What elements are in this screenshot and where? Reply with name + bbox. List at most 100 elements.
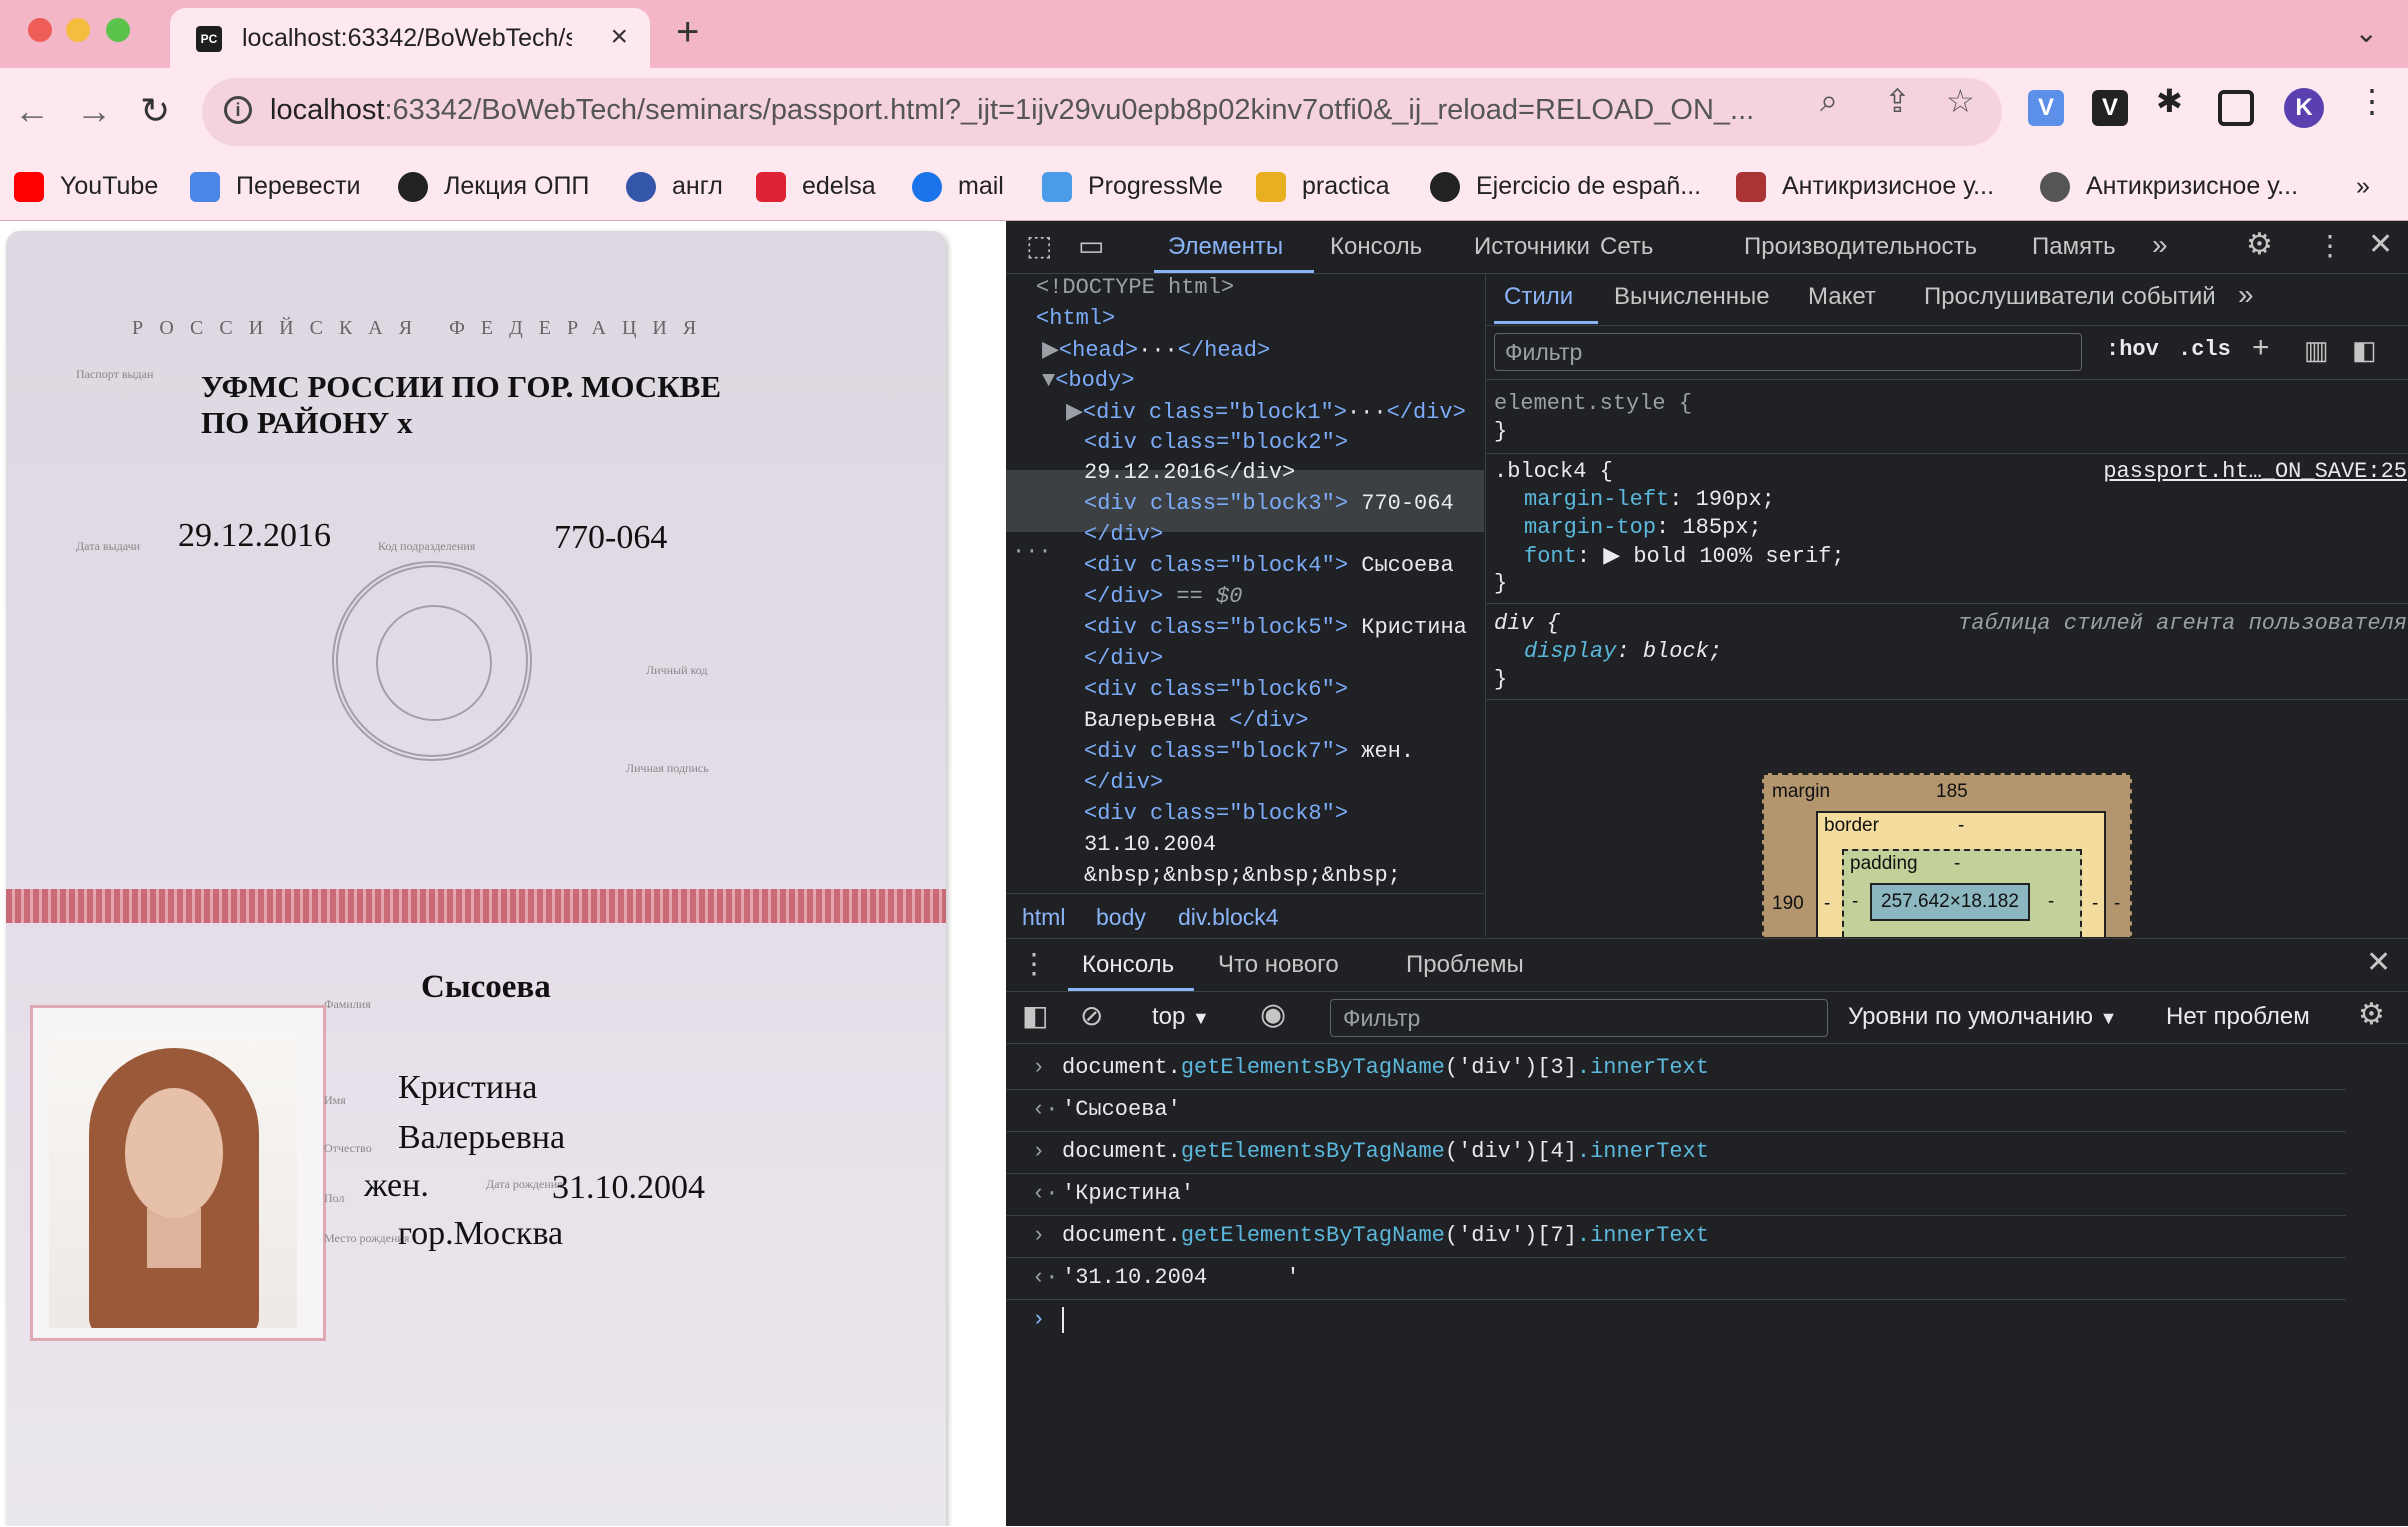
- bookmark-anticrisis-2[interactable]: Антикризисное у...: [2040, 166, 2298, 206]
- back-icon[interactable]: ←: [14, 90, 50, 132]
- console-output-row[interactable]: ‹· '31.10.2004 ': [1006, 1257, 2346, 1300]
- doctype-node[interactable]: <!DOCTYPE html>: [1036, 275, 1234, 300]
- console-filter-input[interactable]: Фильтр: [1330, 999, 1828, 1037]
- issues-counter[interactable]: Нет проблем: [2166, 1003, 2310, 1031]
- bookmark-edelsa[interactable]: edelsa: [756, 166, 876, 206]
- url-text[interactable]: localhost:63342/BoWebTech/seminars/passp…: [270, 94, 1990, 127]
- padding-value[interactable]: -: [1954, 853, 1960, 875]
- console-output-row[interactable]: ‹· 'Сысоева': [1006, 1089, 2346, 1132]
- body-node[interactable]: ▼<body>: [1042, 368, 1134, 393]
- console-prompt[interactable]: ›: [1006, 1299, 2346, 1341]
- toggle-sidebar-icon[interactable]: ◧: [2352, 335, 2377, 366]
- extension-v-blue-icon[interactable]: V: [2028, 90, 2064, 126]
- padding-right-value[interactable]: -: [2048, 891, 2054, 913]
- border-value[interactable]: -: [1958, 815, 1964, 837]
- drawer-menu-icon[interactable]: ⋮: [1020, 947, 1048, 980]
- bookmark-star-icon[interactable]: ☆: [1946, 82, 1975, 120]
- tab-search-chevron-icon[interactable]: ⌄: [2355, 16, 2378, 49]
- block4-selector[interactable]: .block4 {: [1494, 459, 1613, 484]
- block5-node[interactable]: <div class="block5"> Кристина: [1084, 615, 1467, 640]
- crumb-div-block4[interactable]: div.block4: [1178, 904, 1279, 931]
- cls-toggle[interactable]: .cls: [2178, 337, 2231, 362]
- padding-left-value[interactable]: -: [1852, 891, 1858, 913]
- live-expression-eye-icon[interactable]: ◉: [1260, 997, 1286, 1032]
- bookmark-anticrisis-1[interactable]: Антикризисное у...: [1736, 166, 1994, 206]
- log-levels-dropdown[interactable]: Уровни по умолчанию ▼: [1848, 1003, 2118, 1031]
- styles-filter-input[interactable]: Фильтр: [1494, 333, 2082, 371]
- bookmark-youtube[interactable]: YouTube: [14, 166, 158, 206]
- block8-node[interactable]: <div class="block8">: [1084, 801, 1348, 826]
- drawer-tab-whats-new[interactable]: Что нового: [1218, 951, 1339, 979]
- console-input-row[interactable]: › document.getElementsByTagName('div')[4]…: [1006, 1131, 2346, 1174]
- block6-node[interactable]: <div class="block6">: [1084, 677, 1348, 702]
- extensions-puzzle-icon[interactable]: ✱: [2156, 82, 2183, 120]
- site-info-icon[interactable]: i: [224, 96, 252, 124]
- profile-avatar[interactable]: K: [2284, 88, 2324, 128]
- tab-event-listeners[interactable]: Прослушиватели событий: [1924, 283, 2216, 311]
- block8-text[interactable]: 31.10.2004: [1084, 832, 1216, 857]
- bookmark-practica[interactable]: practica: [1256, 166, 1390, 206]
- box-model-content[interactable]: 257.642×18.182: [1870, 883, 2030, 921]
- bookmark-english[interactable]: англ: [626, 166, 723, 206]
- bookmark-mail[interactable]: mail: [912, 166, 1004, 206]
- block7-node[interactable]: <div class="block7"> жен.: [1084, 739, 1414, 764]
- block3-close[interactable]: </div>: [1084, 522, 1163, 547]
- margin-right-value[interactable]: -: [2114, 893, 2120, 915]
- block3-node[interactable]: <div class="block3"> 770-064: [1084, 491, 1454, 516]
- address-bar[interactable]: i localhost:63342/BoWebTech/seminars/pas…: [202, 78, 2002, 146]
- console-output-row[interactable]: ‹· 'Кристина': [1006, 1173, 2346, 1216]
- inspect-element-icon[interactable]: ⬚: [1026, 229, 1052, 262]
- tab-layout[interactable]: Макет: [1808, 283, 1876, 311]
- console-input-row[interactable]: › document.getElementsByTagName('div')[7]…: [1006, 1215, 2346, 1258]
- drawer-tab-console[interactable]: Консоль: [1082, 951, 1174, 979]
- close-window-button[interactable]: [28, 18, 52, 42]
- block4-close[interactable]: </div> == $0: [1084, 584, 1242, 609]
- crumb-html[interactable]: html: [1022, 904, 1065, 931]
- tab-computed[interactable]: Вычисленные: [1614, 283, 1770, 311]
- tab-elements[interactable]: Элементы: [1168, 233, 1283, 261]
- extension-v-dark-icon[interactable]: V: [2092, 90, 2128, 126]
- tab-close-icon[interactable]: ×: [610, 20, 628, 54]
- prop-margin-left[interactable]: margin-left: 190px;: [1524, 487, 1775, 512]
- tab-console[interactable]: Консоль: [1330, 233, 1422, 261]
- tab-memory[interactable]: Память: [2032, 233, 2116, 261]
- tab-sources[interactable]: Источники: [1474, 233, 1590, 261]
- prop-margin-top[interactable]: margin-top: 185px;: [1524, 515, 1762, 540]
- paint-brush-icon[interactable]: ▥: [2304, 335, 2329, 366]
- border-left-value[interactable]: -: [1824, 893, 1830, 915]
- clear-console-icon[interactable]: ⊘: [1080, 999, 1103, 1032]
- border-right-value[interactable]: -: [2092, 893, 2098, 915]
- block1-node[interactable]: ▶<div class="block1">···</div>: [1066, 399, 1466, 425]
- tab-styles[interactable]: Стили: [1504, 283, 1573, 311]
- bookmark-progressme[interactable]: ProgressMe: [1042, 166, 1223, 206]
- context-selector[interactable]: top ▼: [1152, 1003, 1210, 1031]
- tab-network[interactable]: Сеть: [1600, 233, 1653, 261]
- block4-node[interactable]: <div class="block4"> Сысоева: [1084, 553, 1454, 578]
- crumb-body[interactable]: body: [1096, 904, 1146, 931]
- tab-performance[interactable]: Производительность: [1744, 233, 1977, 261]
- new-rule-icon[interactable]: +: [2252, 331, 2270, 365]
- share-icon[interactable]: ⇪: [1884, 82, 1911, 120]
- maximize-window-button[interactable]: [106, 18, 130, 42]
- hov-toggle[interactable]: :hov: [2106, 337, 2159, 362]
- browser-menu-icon[interactable]: ⋮: [2356, 82, 2388, 120]
- new-tab-button[interactable]: +: [676, 10, 699, 55]
- more-tabs-icon[interactable]: »: [2152, 229, 2168, 261]
- block4-source-link[interactable]: passport.ht…_ON_SAVE:25: [2103, 459, 2407, 484]
- minimize-window-button[interactable]: [66, 18, 90, 42]
- close-drawer-icon[interactable]: ✕: [2366, 945, 2391, 980]
- margin-top-value[interactable]: 185: [1936, 781, 1968, 803]
- block5-close[interactable]: </div>: [1084, 646, 1163, 671]
- head-node[interactable]: ▶<head>···</head>: [1042, 337, 1270, 363]
- block8-nbsp[interactable]: &nbsp;&nbsp;&nbsp;&nbsp;: [1084, 863, 1401, 888]
- drawer-tab-issues[interactable]: Проблемы: [1406, 951, 1524, 979]
- console-input-row[interactable]: › document.getElementsByTagName('div')[3]…: [1006, 1047, 2346, 1090]
- reload-icon[interactable]: ↻: [140, 90, 170, 132]
- div-selector[interactable]: div {: [1494, 611, 1560, 636]
- element-style-selector[interactable]: element.style {: [1494, 391, 1692, 416]
- zoom-icon[interactable]: ⌕: [1820, 82, 1838, 120]
- bookmark-ejercicio[interactable]: Ejercicio de españ...: [1430, 166, 1701, 206]
- console-settings-gear-icon[interactable]: ⚙: [2358, 997, 2385, 1032]
- block2-text[interactable]: 29.12.2016</div>: [1084, 460, 1295, 485]
- node-actions-icon[interactable]: ···: [1012, 539, 1052, 564]
